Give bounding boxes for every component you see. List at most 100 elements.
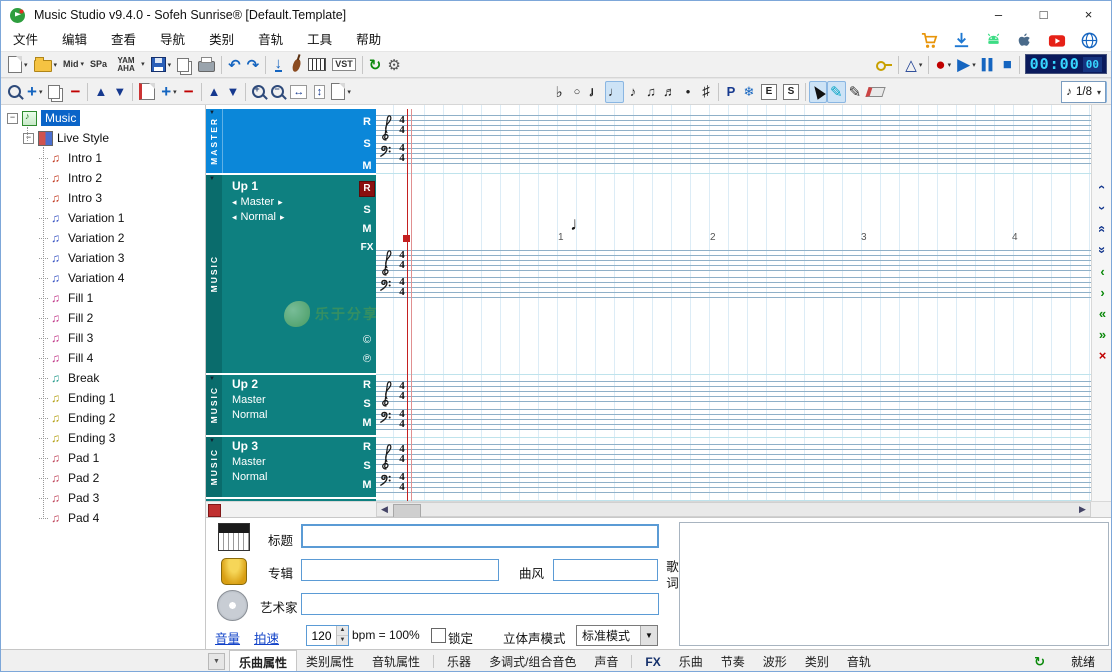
zoom-out-button[interactable] xyxy=(268,81,287,103)
tree-item-ending-1[interactable]: Ending 1 xyxy=(39,388,205,408)
spin-down-icon[interactable]: ▼ xyxy=(337,636,348,645)
music-strip[interactable]: ▼ MUSIC xyxy=(206,437,222,497)
marker-tool-button[interactable]: ✎ xyxy=(827,81,846,103)
tab-track-properties[interactable]: 音轨属性 xyxy=(363,650,429,672)
expander-icon[interactable] xyxy=(23,133,34,144)
event-mode-button[interactable]: E xyxy=(758,81,780,103)
up1-track-header[interactable]: ▼ MUSIC Up 1 ◂ Master ▸ ◂ Normal ▸ R S xyxy=(206,175,376,373)
thirtysecond-note-button[interactable]: ♬ xyxy=(660,81,679,103)
album-input[interactable] xyxy=(301,559,499,581)
mute-button[interactable]: M xyxy=(362,479,371,491)
tab-instrument[interactable]: 乐器 xyxy=(438,650,480,672)
tab-rhythm[interactable]: 节奏 xyxy=(712,650,754,672)
title-input[interactable] xyxy=(301,524,659,548)
eraser-tool-button[interactable] xyxy=(864,81,887,103)
volume-link[interactable]: 音量 xyxy=(215,628,240,647)
metronome-button[interactable]: △ ▾ xyxy=(902,54,925,76)
measure-marker-button[interactable] xyxy=(136,81,158,103)
tree-item-intro-1[interactable]: Intro 1 xyxy=(39,148,205,168)
menu-category[interactable]: 类别 xyxy=(197,29,246,51)
sixteenth-note-button[interactable]: ♫ xyxy=(642,81,660,103)
score-area[interactable]: 44 44 1234 ♩ 44 44 44 44 xyxy=(376,105,1091,501)
page-down-button[interactable]: » xyxy=(1095,241,1111,259)
page-layout-button[interactable]: ▾ xyxy=(328,81,354,103)
page-left-button[interactable]: « xyxy=(1094,305,1112,321)
scroll-left-arrow[interactable]: ◀ xyxy=(377,504,392,515)
tree-item-variation-3[interactable]: Variation 3 xyxy=(39,248,205,268)
track-master-row[interactable]: Master xyxy=(222,391,358,406)
playhead-line[interactable] xyxy=(407,109,408,501)
maximize-button[interactable]: □ xyxy=(1021,1,1066,29)
phonogram-icon[interactable]: ℗ xyxy=(363,353,371,365)
tree-root-music[interactable]: Music xyxy=(1,108,205,128)
dot-button[interactable]: • xyxy=(679,81,697,103)
scroll-right-arrow[interactable]: ▶ xyxy=(1075,504,1090,515)
add-item-button[interactable]: + ▾ xyxy=(24,81,45,103)
record-arm-button[interactable]: R xyxy=(359,181,375,197)
whole-note-button[interactable]: ○ xyxy=(568,81,586,103)
import-button[interactable]: ↓ xyxy=(269,54,287,76)
note-length-select[interactable]: ♪ 1/8 ▾ xyxy=(1061,81,1106,103)
music-strip[interactable]: ▼ MUSIC xyxy=(206,375,222,435)
master-track-header[interactable]: ▼ MASTER R S M xyxy=(206,109,376,173)
save-as-button[interactable] xyxy=(174,54,195,76)
tempo-spinner[interactable]: ▲ ▼ xyxy=(306,625,349,646)
menu-file[interactable]: 文件 xyxy=(1,29,50,51)
youtube-icon[interactable] xyxy=(1047,31,1067,50)
fit-page-button[interactable]: ↕ xyxy=(310,81,328,103)
duplicate-button[interactable] xyxy=(45,81,66,103)
collapse-triangle-icon[interactable]: ▼ xyxy=(209,376,215,382)
scroll-up-button[interactable]: ‹ xyxy=(1095,178,1111,196)
track-normal-row[interactable]: Normal xyxy=(222,406,358,421)
sharp-button[interactable]: ♯ xyxy=(697,81,715,103)
tree-item-pad-3[interactable]: Pad 3 xyxy=(39,488,205,508)
track-normal-row[interactable]: ◂ Normal ▸ xyxy=(222,208,358,223)
record-button[interactable]: ● ▾ xyxy=(932,54,954,76)
playhead-handle[interactable] xyxy=(403,235,410,242)
tempo-input[interactable] xyxy=(307,626,336,645)
search-button[interactable] xyxy=(5,81,24,103)
tree-item-fill-4[interactable]: Fill 4 xyxy=(39,348,205,368)
pencil-tool-button[interactable]: ✎ xyxy=(846,81,865,103)
tree-item-variation-4[interactable]: Variation 4 xyxy=(39,268,205,288)
score-note[interactable]: ♩ xyxy=(570,214,589,236)
tab-track[interactable]: 音轨 xyxy=(838,650,880,672)
save-button[interactable]: ▾ xyxy=(148,54,175,76)
prev-arrow-icon[interactable]: ◂ xyxy=(232,212,237,223)
artist-input[interactable] xyxy=(301,593,659,615)
up3-track-header[interactable]: ▼ MUSIC Up 3 Master Normal R S M xyxy=(206,437,376,497)
menu-tools[interactable]: 工具 xyxy=(295,29,344,51)
track-normal-row[interactable]: Normal xyxy=(222,468,358,483)
pointer-tool-button[interactable] xyxy=(809,81,827,103)
eighth-note-button[interactable]: ♪ xyxy=(624,81,642,103)
orchestra-button[interactable] xyxy=(287,54,305,76)
master-solo-button[interactable]: S xyxy=(363,138,370,150)
tree-item-pad-4[interactable]: Pad 4 xyxy=(39,508,205,528)
menu-edit[interactable]: 编辑 xyxy=(50,29,99,51)
pedal-button[interactable]: P xyxy=(722,81,740,103)
tempo-link[interactable]: 拍速 xyxy=(254,628,279,647)
menu-navigate[interactable]: 导航 xyxy=(148,29,197,51)
master-strip[interactable]: ▼ MASTER xyxy=(206,109,223,173)
freeze-button[interactable]: ❄ xyxy=(740,81,758,103)
page-up-button[interactable]: « xyxy=(1095,220,1111,238)
tree-item-variation-2[interactable]: Variation 2 xyxy=(39,228,205,248)
scrollbar-thumb[interactable] xyxy=(393,504,421,518)
spa-button[interactable]: SPa xyxy=(87,54,110,76)
pause-button[interactable]: ▌▌ xyxy=(979,54,999,76)
track-name[interactable]: Up 3 xyxy=(222,437,358,453)
solo-button[interactable]: S xyxy=(363,204,370,216)
solo-button[interactable]: S xyxy=(363,398,370,410)
music-strip[interactable]: ▼ MUSIC xyxy=(206,175,222,373)
license-key-button[interactable] xyxy=(873,54,895,76)
spin-up-icon[interactable]: ▲ xyxy=(337,626,348,636)
flat-button[interactable]: ♭ xyxy=(550,81,568,103)
tree-item-pad-2[interactable]: Pad 2 xyxy=(39,468,205,488)
mute-button[interactable]: M xyxy=(362,223,371,235)
up3-staff[interactable]: 44 44 xyxy=(376,440,1091,501)
tab-song[interactable]: 乐曲 xyxy=(670,650,712,672)
up2-staff[interactable]: 44 44 xyxy=(376,377,1091,438)
instrument-button[interactable] xyxy=(305,54,329,76)
refresh-button[interactable]: ↻ xyxy=(366,54,385,76)
solo-button[interactable]: S xyxy=(363,460,370,472)
